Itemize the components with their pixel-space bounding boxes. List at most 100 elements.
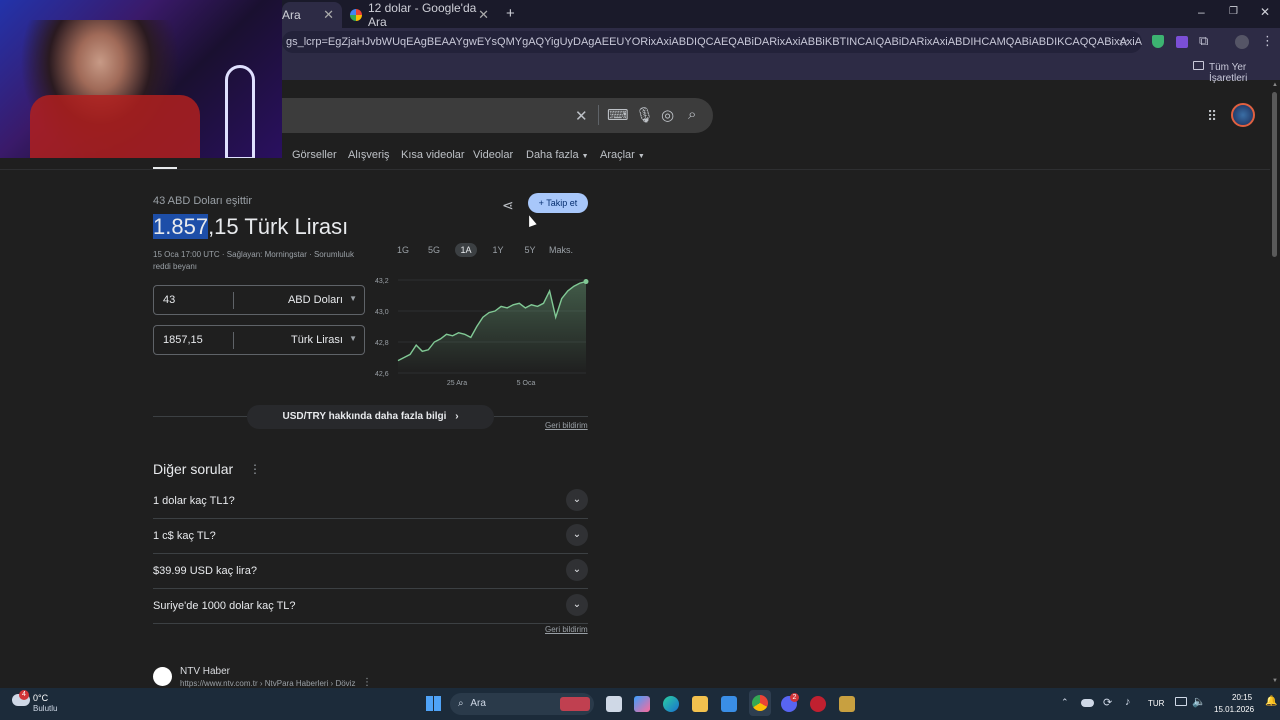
edge-icon[interactable] [663,696,679,712]
tab-more[interactable]: Daha fazla ▼ [526,149,589,161]
search-icon[interactable]: ⌕ [688,106,696,123]
clock-date[interactable]: 15.01.2026 [1214,705,1254,714]
weather-desc[interactable]: Bulutlu [33,704,57,713]
question-text[interactable]: $39.99 USD kaç lira? [153,565,257,577]
file-explorer-icon[interactable] [692,696,708,712]
shield-extension-icon[interactable] [1152,35,1164,48]
apps-grid-icon[interactable]: ⠿ [1207,108,1217,125]
more-info-label: USD/TRY hakkında daha fazla bilgi [282,411,447,422]
tab-active[interactable]: Ara ✕ [282,2,342,28]
expand-chevron-icon[interactable]: ⌄ [566,559,588,581]
tab-search-results[interactable]: 12 dolar - Google'da Ara ✕ [342,1,497,29]
microphone-tray-icon[interactable]: ♪ [1125,696,1131,708]
tray-overflow-icon[interactable]: ⌃ [1061,697,1069,708]
app-icon[interactable] [810,696,826,712]
question-text[interactable]: Suriye'de 1000 dolar kaç TL? [153,600,296,612]
nav-divider [0,169,1270,170]
account-avatar[interactable] [1231,103,1255,127]
range-5d[interactable]: 5G [423,243,445,257]
notification-icon[interactable]: 🔔 [1265,696,1277,707]
scroll-up-icon[interactable]: ▲ [1272,82,1278,88]
store-icon[interactable] [721,696,737,712]
tab-images[interactable]: Görseller [292,149,337,161]
close-tab-icon[interactable]: ✕ [323,7,334,23]
dropdown-arrow-icon[interactable]: ▼ [349,334,357,343]
all-bookmarks-link[interactable]: Tüm Yer İşaretleri [1209,62,1280,84]
profile-icon[interactable] [1235,35,1249,49]
feedback-link[interactable]: Geri bildirim [545,421,588,430]
browser-menu-icon[interactable]: ⋮ [1261,33,1274,49]
clear-icon[interactable]: ✕ [575,107,588,125]
from-value[interactable]: 43 [163,294,175,306]
lens-icon[interactable]: ◎ [661,106,674,124]
microphone-icon[interactable]: 🎙 [635,106,654,124]
clock-time[interactable]: 20:15 [1232,693,1252,702]
folder-icon [1193,61,1204,70]
expand-chevron-icon[interactable]: ⌄ [566,594,588,616]
to-value[interactable]: 1857,15 [163,334,203,346]
task-view-icon[interactable] [606,696,622,712]
question-row[interactable]: $39.99 USD kaç lira? ⌄ [153,554,588,589]
question-text[interactable]: 1 dolar kaç TL1? [153,495,235,507]
language-indicator[interactable]: TUR [1148,699,1164,708]
address-bar[interactable]: gs_lcrp=EgZjaHJvbWUqEAgBEAAYgwEYsQMYgAQY… [282,31,1142,53]
range-max[interactable]: Maks. [547,243,575,257]
taskbar-search-label: Ara [470,698,486,709]
from-currency-select[interactable]: ABD Doları [288,294,343,306]
minimize-button[interactable]: – [1198,5,1205,19]
range-1d[interactable]: 1G [392,243,414,257]
sync-icon[interactable]: ⟳ [1103,696,1112,709]
url-text[interactable]: gs_lcrp=EgZjaHJvbWUqEAgBEAAYgwEYsQMYgAQY… [286,36,1142,48]
volume-icon[interactable]: 🔈 [1192,695,1206,708]
extensions-puzzle-icon[interactable]: ⧉ [1199,33,1208,49]
x-tick-label: 5 Oca [517,380,536,387]
restore-button[interactable]: ❐ [1229,6,1238,17]
scrollbar-thumb[interactable] [1272,92,1277,257]
plus-icon: + [538,198,544,208]
share-icon[interactable]: ⋖ [502,197,514,214]
onedrive-icon[interactable] [1081,699,1094,707]
to-amount-field[interactable]: 1857,15 Türk Lirası ▼ [153,325,365,355]
more-info-button[interactable]: USD/TRY hakkında daha fazla bilgi › [247,405,494,429]
follow-button[interactable]: + Takip et [528,193,588,213]
question-row[interactable]: 1 c$ kaç TL? ⌄ [153,519,588,554]
close-window-button[interactable]: ✕ [1260,5,1270,19]
search-highlight-image [560,697,590,711]
expand-chevron-icon[interactable]: ⌄ [566,489,588,511]
more-options-icon[interactable]: ⋮ [249,462,261,476]
tab-shopping[interactable]: Alışveriş [348,149,390,161]
copilot-icon[interactable] [634,696,650,712]
range-1m[interactable]: 1A [455,243,477,257]
result-rest: ,15 Türk Lirası [208,214,349,239]
question-row[interactable]: 1 dolar kaç TL1? ⌄ [153,484,588,519]
field-divider [233,332,234,349]
from-amount-field[interactable]: 43 ABD Doları ▼ [153,285,365,315]
dropdown-arrow-icon[interactable]: ▼ [349,294,357,303]
close-tab-icon[interactable]: ✕ [478,7,489,23]
expand-chevron-icon[interactable]: ⌄ [566,524,588,546]
bookmark-star-icon[interactable]: ☆ [1118,34,1130,50]
taskbar-search[interactable]: ⌕ Ara [450,693,594,715]
scroll-down-icon[interactable]: ▼ [1272,678,1278,684]
to-currency-select[interactable]: Türk Lirası [291,334,343,346]
range-1y[interactable]: 1Y [487,243,509,257]
tab-tools[interactable]: Araçlar ▼ [600,149,645,161]
new-tab-button[interactable]: + [506,5,515,22]
question-text[interactable]: 1 c$ kaç TL? [153,530,216,542]
exchange-rate-chart[interactable]: 43,2 43,0 42,8 42,6 25 Ara 5 Oca [370,270,592,392]
chrome-icon-active[interactable] [749,690,771,716]
result-site-name[interactable]: NTV Haber [180,666,230,677]
extension-purple-icon[interactable] [1176,36,1188,48]
tab-short-videos[interactable]: Kısa videolar [401,149,465,161]
network-icon[interactable] [1175,697,1187,706]
keyboard-icon[interactable]: ⌨ [607,106,629,124]
tab-videos[interactable]: Videolar [473,149,513,161]
weather-temp[interactable]: 0°C [33,693,48,703]
question-row[interactable]: Suriye'de 1000 dolar kaç TL? ⌄ [153,589,588,624]
result-url[interactable]: https://www.ntv.com.tr › NtvPara Haberle… [180,679,355,688]
range-5y[interactable]: 5Y [519,243,541,257]
feedback-link[interactable]: Geri bildirim [545,625,588,634]
result-options-icon[interactable]: ⋮ [362,677,372,688]
windows-start-icon[interactable] [426,696,441,711]
game-launcher-icon[interactable] [839,696,855,712]
